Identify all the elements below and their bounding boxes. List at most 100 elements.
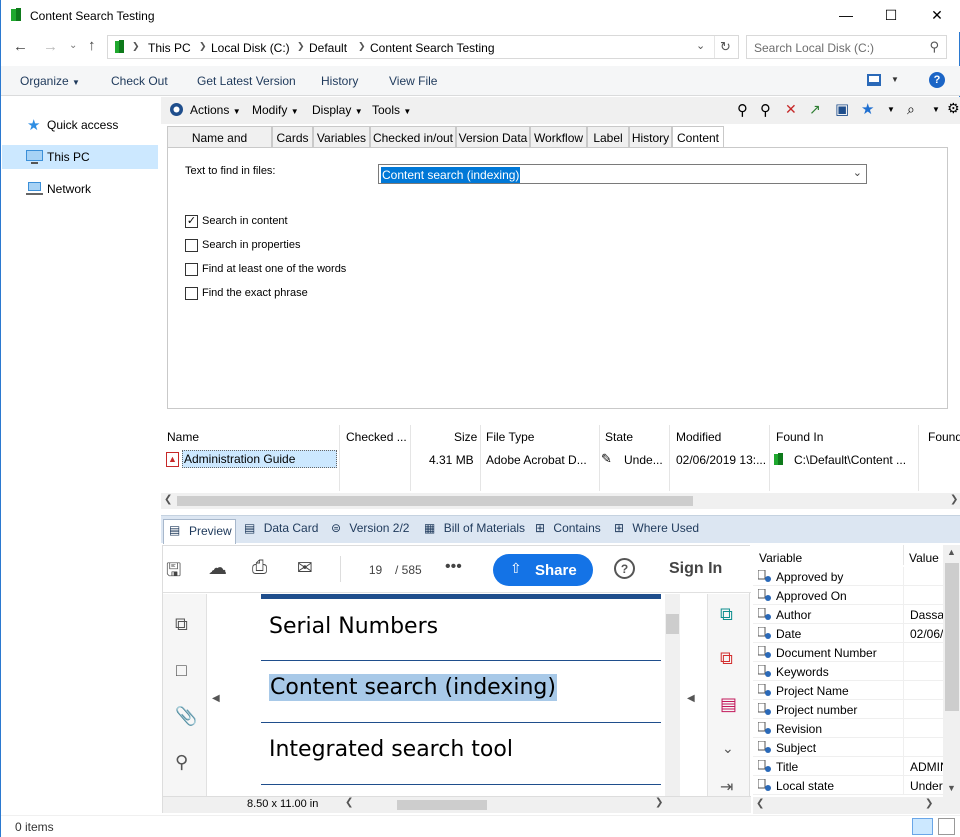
variable-row[interactable]: Author Dassault bbox=[753, 605, 943, 624]
col-header-name[interactable]: Name bbox=[167, 430, 199, 444]
collapse-right-icon[interactable]: ◀ bbox=[687, 693, 695, 704]
get-latest-version-button[interactable]: Get Latest Version bbox=[197, 74, 296, 88]
variable-row[interactable]: Title ADMIN bbox=[753, 757, 943, 776]
scroll-left-icon[interactable]: ❮ bbox=[164, 494, 172, 505]
scroll-down-icon[interactable]: ▼ bbox=[947, 783, 956, 793]
pdf-vertical-scrollbar[interactable] bbox=[665, 594, 680, 796]
view-dropdown-arrow-icon[interactable]: ▼ bbox=[891, 75, 899, 84]
variable-row[interactable]: Date 02/06/ bbox=[753, 624, 943, 643]
share-button[interactable]: ⇧ Share bbox=[493, 554, 593, 586]
sign-in-link[interactable]: Sign In bbox=[669, 560, 722, 578]
check-out-button[interactable]: Check Out bbox=[111, 74, 168, 88]
refresh-icon[interactable]: ↻ bbox=[720, 39, 731, 55]
tab-version[interactable]: ⊜ Version 2/2 bbox=[331, 521, 409, 541]
scroll-right-icon[interactable]: ❯ bbox=[925, 798, 933, 809]
attachment-icon[interactable]: 📎 bbox=[175, 706, 197, 727]
col-header-found-in[interactable]: Found In bbox=[776, 430, 823, 444]
address-bar[interactable]: ❯ This PC ❯ Local Disk (C:) ❯ Default ❯ … bbox=[107, 35, 739, 59]
expand-down-icon[interactable]: ⌄ bbox=[722, 740, 734, 757]
zoom-search-icon[interactable]: ⌕ bbox=[907, 101, 915, 118]
scroll-up-icon[interactable]: ▲ bbox=[947, 547, 956, 557]
col-header-modified[interactable]: Modified bbox=[676, 430, 721, 444]
tab-history[interactable]: History bbox=[629, 126, 672, 148]
scroll-right-icon[interactable]: ❯ bbox=[655, 797, 663, 808]
recent-chevron-icon[interactable]: ⌄ bbox=[69, 40, 77, 51]
organize-button[interactable]: Organize ▼ bbox=[20, 74, 80, 88]
clear-search-icon[interactable]: ✕ bbox=[785, 101, 797, 118]
upload-cloud-icon[interactable]: ☁ bbox=[208, 557, 227, 580]
nav-item-network[interactable]: Network bbox=[2, 177, 158, 201]
col-header-size[interactable]: Size bbox=[454, 430, 477, 444]
scroll-left-icon[interactable]: ❮ bbox=[756, 798, 764, 809]
tab-version-data[interactable]: Version Data bbox=[456, 126, 530, 148]
scroll-left-icon[interactable]: ❮ bbox=[345, 797, 353, 808]
large-icons-view-icon[interactable] bbox=[938, 818, 955, 835]
col-header-variable[interactable]: Variable bbox=[759, 551, 802, 565]
scroll-thumb[interactable] bbox=[945, 563, 959, 711]
export-pdf-icon[interactable]: ⧉ bbox=[720, 604, 733, 625]
favorites-dropdown-icon[interactable]: ▼ bbox=[887, 105, 895, 114]
page-number-input[interactable]: 19 bbox=[359, 563, 392, 577]
display-menu[interactable]: Display ▼ bbox=[312, 103, 363, 117]
search-in-content-checkbox[interactable]: ✓ bbox=[185, 215, 198, 228]
col-header-state[interactable]: State bbox=[605, 430, 633, 444]
save-search-icon[interactable]: ▣ bbox=[835, 100, 849, 118]
history-button[interactable]: History bbox=[321, 74, 358, 88]
variables-vertical-scrollbar[interactable]: ▲ ▼ bbox=[943, 545, 960, 797]
variables-horizontal-scrollbar[interactable]: ❮ ❯ bbox=[753, 797, 960, 814]
variable-row[interactable]: Approved On bbox=[753, 586, 943, 605]
variable-row[interactable]: Keywords bbox=[753, 662, 943, 681]
nav-item-quick-access[interactable]: ★ Quick access bbox=[2, 113, 158, 137]
breadcrumb-local-disk[interactable]: Local Disk (C:) bbox=[211, 41, 290, 55]
save-icon[interactable]: 🖫 bbox=[166, 558, 181, 588]
tab-content[interactable]: Content bbox=[672, 126, 724, 149]
collapse-panel-icon[interactable]: ⇥ bbox=[720, 777, 733, 797]
tab-bill-of-materials[interactable]: ▦ Bill of Materials bbox=[424, 521, 525, 541]
email-icon[interactable]: ✉ bbox=[297, 557, 313, 580]
scroll-thumb[interactable] bbox=[397, 800, 487, 810]
open-search-icon[interactable]: ↗ bbox=[809, 101, 821, 118]
search-input[interactable]: Search Local Disk (C:) ⚲ bbox=[746, 35, 947, 59]
tab-checked-in-out[interactable]: Checked in/out bbox=[370, 126, 456, 148]
minimize-button[interactable]: — bbox=[823, 0, 869, 30]
more-dots-icon[interactable]: ••• bbox=[445, 558, 462, 576]
back-arrow-icon[interactable]: ← bbox=[13, 38, 28, 55]
search-icon[interactable]: ⚲ bbox=[175, 752, 188, 773]
view-file-button[interactable]: View File bbox=[389, 74, 437, 88]
variable-row[interactable]: Local state Under bbox=[753, 776, 943, 795]
tab-variables[interactable]: Variables bbox=[313, 126, 370, 148]
create-pdf-icon[interactable]: ⧉ bbox=[720, 648, 733, 669]
scroll-thumb[interactable] bbox=[177, 496, 693, 506]
table-row[interactable]: ▲ Administration Guide bbox=[164, 449, 338, 469]
forward-arrow-icon[interactable]: → bbox=[43, 38, 58, 55]
col-header-found[interactable]: Found bbox=[928, 430, 960, 444]
scroll-thumb[interactable] bbox=[666, 614, 679, 634]
tab-contains[interactable]: ⊞ Contains bbox=[535, 521, 601, 541]
search-in-properties-checkbox[interactable] bbox=[185, 239, 198, 252]
help-icon[interactable]: ? bbox=[929, 72, 945, 88]
maximize-button[interactable]: ☐ bbox=[868, 0, 914, 30]
tab-data-card[interactable]: ▤ Data Card bbox=[244, 521, 318, 541]
col-header-file-type[interactable]: File Type bbox=[486, 430, 534, 444]
tab-name-and-location[interactable]: Name and Location bbox=[167, 126, 272, 159]
pages-icon[interactable]: ⧉ bbox=[175, 614, 188, 635]
organize-pages-icon[interactable]: ▤ bbox=[720, 694, 737, 715]
zoom-dropdown-icon[interactable]: ▼ bbox=[932, 105, 940, 114]
modify-menu[interactable]: Modify ▼ bbox=[252, 103, 299, 117]
variable-row[interactable]: Approved by bbox=[753, 567, 943, 586]
favorites-star-icon[interactable]: ★ bbox=[861, 100, 874, 118]
exact-phrase-checkbox[interactable] bbox=[185, 287, 198, 300]
tools-menu[interactable]: Tools ▼ bbox=[372, 103, 411, 117]
tab-cards[interactable]: Cards bbox=[272, 126, 313, 148]
view-options-icon[interactable] bbox=[867, 74, 881, 86]
print-icon[interactable]: ⎙ bbox=[252, 557, 267, 579]
variable-row[interactable]: Revision bbox=[753, 719, 943, 738]
nav-item-this-pc[interactable]: This PC bbox=[2, 145, 158, 169]
col-header-value[interactable]: Value bbox=[909, 551, 939, 565]
scroll-right-icon[interactable]: ❯ bbox=[950, 494, 958, 505]
variable-row[interactable]: Subject bbox=[753, 738, 943, 757]
variable-row[interactable]: Project number bbox=[753, 700, 943, 719]
variable-row[interactable]: Document Number bbox=[753, 643, 943, 662]
bookmark-icon[interactable]: □ bbox=[176, 660, 187, 681]
help-circle-icon[interactable]: ? bbox=[614, 558, 635, 579]
